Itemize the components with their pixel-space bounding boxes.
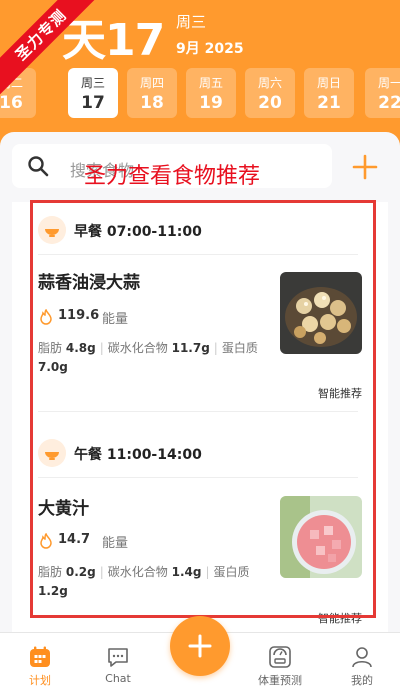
protein-value: 1.2g <box>38 584 68 598</box>
bowl-icon <box>38 216 66 244</box>
divider <box>38 254 358 255</box>
food-image-rhubarb[interactable] <box>280 496 362 578</box>
meal-card-breakfast[interactable]: 早餐 07:00-11:00 蒜香油浸大蒜 119.6 能量 脂肪 4.8g | 碳… <box>28 216 372 416</box>
day-date: 16 <box>0 93 23 113</box>
fat-label: 脂肪 <box>38 565 63 579</box>
smart-recommend-tag: 智能推荐 <box>318 387 362 400</box>
day-date: 21 <box>317 93 341 113</box>
bowl-icon <box>38 439 66 467</box>
day-card-20[interactable]: 周六 20 <box>245 68 295 118</box>
meal-title: 午餐 11:00-14:00 <box>74 447 202 463</box>
center-add-button[interactable] <box>170 616 230 676</box>
smart-recommend-tag: 智能推荐 <box>318 612 362 625</box>
energy-value: 119.6 <box>58 308 100 323</box>
search-icon <box>28 156 49 177</box>
energy-label: 能量 <box>102 536 129 551</box>
nav-label: 体重预测 <box>258 674 302 687</box>
calendar-icon <box>30 646 50 667</box>
day-date: 19 <box>199 93 223 113</box>
day-weekday: 周三 <box>80 76 105 90</box>
scale-icon <box>269 646 291 668</box>
meal-title: 早餐 07:00-11:00 <box>74 224 202 240</box>
meal-separator <box>38 411 358 412</box>
nav-profile[interactable]: 我的 <box>322 633 400 692</box>
profile-icon <box>352 647 372 668</box>
day-card-17[interactable]: 周三 17 <box>68 68 118 118</box>
nutrient-info: 脂肪 4.8g | 碳水化合物 11.7g | 蛋白质 7.0g <box>38 341 258 374</box>
day-card-22[interactable]: 周一 22 <box>365 68 400 118</box>
overlay-annotation-title: 圣力查看食物推荐 <box>84 164 261 189</box>
day-date: 22 <box>378 93 400 113</box>
day-date: 20 <box>258 93 282 113</box>
flame-icon <box>40 533 52 549</box>
day-weekday: 周一 <box>377 76 400 90</box>
carb-label: 碳水化合物 <box>107 341 168 355</box>
day-weekday: 周五 <box>198 76 223 90</box>
carb-value: 1.4g <box>171 565 202 579</box>
day-date: 18 <box>140 93 164 113</box>
energy-label: 能量 <box>102 312 129 327</box>
day-weekday: 周日 <box>316 76 341 90</box>
add-icon[interactable] <box>350 152 380 182</box>
protein-value: 7.0g <box>38 360 68 374</box>
day-weekday: 周四 <box>139 76 164 90</box>
day-card-18[interactable]: 周四 18 <box>127 68 177 118</box>
nutrient-info: 脂肪 0.2g | 碳水化合物 1.4g | 蛋白质 1.2g <box>38 565 250 598</box>
chat-icon <box>108 648 128 667</box>
food-name: 蒜香油浸大蒜 <box>38 273 140 293</box>
day-card-19[interactable]: 周五 19 <box>186 68 236 118</box>
day-date: 17 <box>81 93 105 113</box>
nav-label: 计划 <box>29 674 51 687</box>
divider <box>38 477 358 478</box>
month-year-selector[interactable]: 9月 2025 <box>176 38 244 58</box>
protein-label: 蛋白质 <box>213 565 250 579</box>
day-weekday: 周六 <box>257 76 282 90</box>
fat-value: 0.2g <box>65 565 96 579</box>
nav-weight-forecast[interactable]: 体重预测 <box>240 633 320 692</box>
food-name: 大黄汁 <box>38 499 89 519</box>
day-card-21[interactable]: 周日 21 <box>304 68 354 118</box>
nav-label: Chat <box>105 672 131 685</box>
energy-value: 14.7 <box>58 532 91 547</box>
meal-card-lunch[interactable]: 午餐 11:00-14:00 大黄汁 14.7 能量 脂肪 0.2g | 碳水化合物… <box>28 439 372 629</box>
nav-chat[interactable]: Chat <box>78 633 158 692</box>
food-image-garlic[interactable] <box>280 272 362 354</box>
protein-label: 蛋白质 <box>221 341 258 355</box>
carb-label: 碳水化合物 <box>107 565 168 579</box>
fat-label: 脂肪 <box>38 341 63 355</box>
flame-icon <box>40 309 52 325</box>
nav-plan[interactable]: 计划 <box>0 633 80 692</box>
week-strip: 周二 16 周三 17 周四 18 周五 19 周六 20 周日 21 周一 2… <box>0 68 400 118</box>
current-weekday: 周三 <box>176 13 207 31</box>
carb-value: 11.7g <box>171 341 210 355</box>
plus-icon <box>188 634 212 658</box>
fat-value: 4.8g <box>65 341 96 355</box>
nav-label: 我的 <box>351 674 373 687</box>
